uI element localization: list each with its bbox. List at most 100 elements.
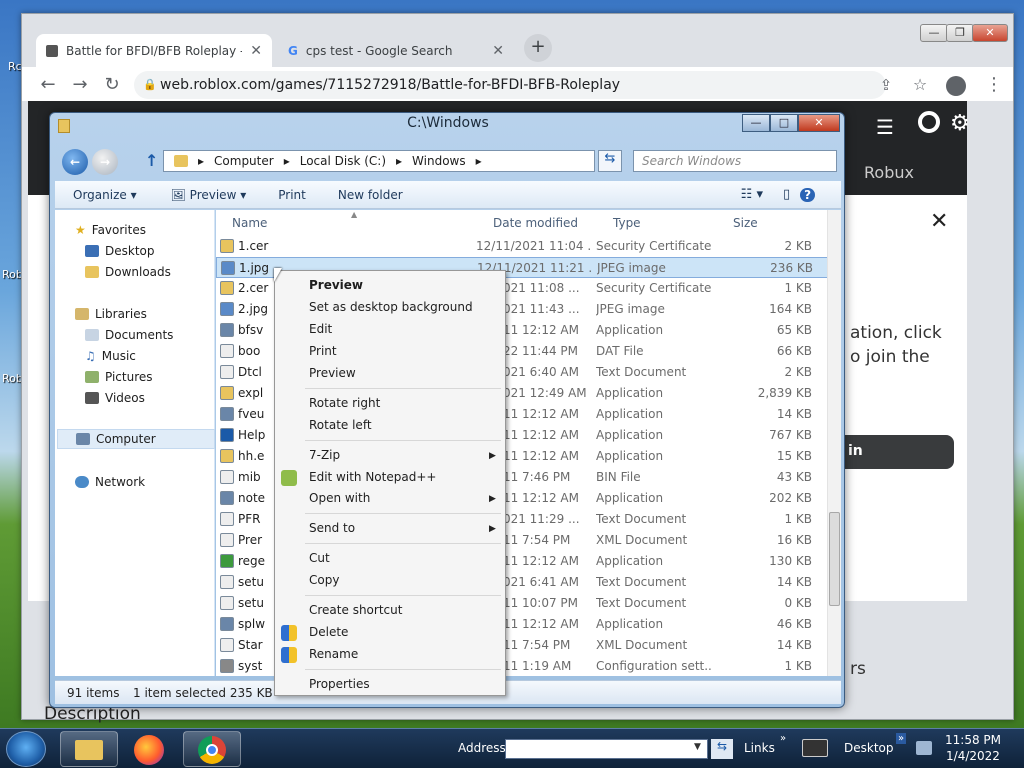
nav-network[interactable]: Network xyxy=(75,472,233,492)
menu-print[interactable]: Print xyxy=(309,344,337,358)
clock[interactable]: 11:58 PM 1/4/2022 xyxy=(940,732,1006,764)
back-icon[interactable]: ← xyxy=(62,149,88,175)
vertical-scrollbar[interactable] xyxy=(827,210,841,676)
chevron-icon[interactable]: » xyxy=(896,733,907,744)
desktop-toolbar[interactable]: Desktop xyxy=(844,741,894,755)
lock-icon: 🔒 xyxy=(143,78,157,91)
menu-rotate-left[interactable]: Rotate left xyxy=(309,418,372,432)
new-tab-button[interactable]: + xyxy=(524,34,552,62)
print-button[interactable]: Print xyxy=(268,188,316,202)
menu-properties[interactable]: Properties xyxy=(309,677,370,691)
menu-preview-2[interactable]: Preview xyxy=(309,366,356,380)
menu-open-with[interactable]: Open with xyxy=(309,491,370,505)
profile-avatar[interactable] xyxy=(946,76,966,96)
modal-text-line: o join the xyxy=(850,347,930,367)
refresh-icon[interactable]: ⇆ xyxy=(598,150,622,172)
file-size: 2 KB xyxy=(784,365,812,379)
view-options-icon[interactable]: ☷ ▾ xyxy=(731,187,773,202)
close-tab-icon[interactable]: ✕ xyxy=(492,43,504,59)
new-folder-button[interactable]: New folder xyxy=(328,188,413,202)
menu-send-to[interactable]: Send to xyxy=(309,521,355,535)
menu-delete[interactable]: Delete xyxy=(309,625,348,639)
close-button[interactable]: ✕ xyxy=(798,114,840,132)
reload-icon[interactable]: ↻ xyxy=(98,71,126,99)
menu-preview[interactable]: Preview xyxy=(309,278,363,292)
file-type: Application xyxy=(596,617,664,631)
minimize-button[interactable]: — xyxy=(920,24,948,42)
file-type: Application xyxy=(596,428,664,442)
explorer-search-input[interactable]: Search Windows xyxy=(633,150,837,172)
tab-cps-test[interactable]: G cps test - Google Search ✕ xyxy=(278,34,514,68)
nav-computer[interactable]: Computer xyxy=(57,429,215,449)
help-icon[interactable]: ? xyxy=(800,187,816,202)
file-size: 14 KB xyxy=(776,638,812,652)
robux-icon[interactable] xyxy=(918,111,940,133)
breadcrumb-computer[interactable]: Computer xyxy=(214,154,274,168)
preview-pane-icon[interactable]: ▯ xyxy=(773,187,800,202)
tab-bfdi-roleplay[interactable]: Battle for BFDI/BFB Roleplay - Ro ✕ xyxy=(36,34,272,68)
start-button[interactable] xyxy=(6,731,46,767)
robux-label[interactable]: Robux xyxy=(864,163,914,182)
taskbar-address-input[interactable]: ▼ xyxy=(505,739,708,759)
desktop-icon-label[interactable]: Rc xyxy=(8,60,22,73)
address-bar[interactable]: 🔒 web.roblox.com/games/7115272918/Battle… xyxy=(134,71,886,99)
share-icon[interactable]: ⇪ xyxy=(872,71,900,99)
up-arrow-icon[interactable]: ↑ xyxy=(145,151,158,170)
breadcrumb-local-disk[interactable]: Local Disk (C:) xyxy=(300,154,386,168)
menu-7zip[interactable]: 7-Zip xyxy=(309,448,340,462)
file-icon xyxy=(220,512,234,526)
file-type: Text Document xyxy=(596,596,687,610)
keyboard-icon[interactable] xyxy=(802,739,828,757)
scrollbar-thumb[interactable] xyxy=(829,512,840,606)
music-icon: ♫ xyxy=(85,349,96,363)
close-window-button[interactable]: ✕ xyxy=(972,24,1008,42)
file-type: Text Document xyxy=(596,575,687,589)
settings-gear-icon[interactable]: ⚙ xyxy=(950,111,970,136)
menu-edit-notepadpp[interactable]: Edit with Notepad++ xyxy=(309,470,436,484)
forward-icon[interactable]: → xyxy=(66,71,94,99)
menu-separator xyxy=(305,513,501,514)
menu-cut[interactable]: Cut xyxy=(309,551,330,565)
column-header-date[interactable]: Date modified xyxy=(493,216,578,230)
firefox-icon[interactable] xyxy=(134,735,164,765)
list-icon[interactable]: ☰ xyxy=(876,115,894,139)
file-size: 14 KB xyxy=(776,407,812,421)
organize-button[interactable]: Organize ▾ xyxy=(63,188,147,202)
menu-rename[interactable]: Rename xyxy=(309,647,358,661)
menu-create-shortcut[interactable]: Create shortcut xyxy=(309,603,402,617)
file-icon xyxy=(220,617,234,631)
tab-title: cps test - Google Search xyxy=(305,44,453,58)
links-toolbar[interactable]: Links xyxy=(744,741,775,755)
desktop-icon-label[interactable]: Rob xyxy=(2,372,23,385)
nav-favorites[interactable]: ★ Favorites xyxy=(75,220,233,240)
menu-copy[interactable]: Copy xyxy=(309,573,339,587)
column-header-size[interactable]: Size xyxy=(733,216,758,230)
file-size: 1 KB xyxy=(784,281,812,295)
file-icon xyxy=(220,533,234,547)
maximize-button[interactable]: ❐ xyxy=(946,24,974,42)
bookmark-star-icon[interactable]: ☆ xyxy=(906,71,934,99)
taskbar-chrome[interactable] xyxy=(183,731,241,767)
maximize-button[interactable]: □ xyxy=(770,114,798,132)
go-icon[interactable]: ⇆ xyxy=(711,739,733,759)
close-modal-icon[interactable]: ✕ xyxy=(930,209,948,234)
taskbar-explorer[interactable] xyxy=(60,731,118,767)
nav-libraries[interactable]: Libraries xyxy=(75,304,233,324)
column-header-name[interactable]: Name xyxy=(232,216,267,230)
menu-rotate-right[interactable]: Rotate right xyxy=(309,396,380,410)
minimize-button[interactable]: — xyxy=(742,114,770,132)
menu-dots-icon[interactable]: ⋮ xyxy=(980,71,1008,99)
explorer-address-bar[interactable]: ▸ Computer ▸ Local Disk (C:) ▸ Windows ▸ xyxy=(163,150,595,172)
menu-set-desktop-background[interactable]: Set as desktop background xyxy=(309,300,473,314)
breadcrumb-windows[interactable]: Windows xyxy=(412,154,466,168)
desktop-icon-label[interactable]: Rob xyxy=(2,268,23,281)
close-tab-icon[interactable]: ✕ xyxy=(250,43,262,59)
file-row[interactable]: 1.cer 12/11/2021 11:04 ... Security Certif… xyxy=(216,236,828,257)
menu-edit[interactable]: Edit xyxy=(309,322,332,336)
back-icon[interactable]: ← xyxy=(34,71,62,99)
column-header-type[interactable]: Type xyxy=(613,216,641,230)
chevron-icon[interactable]: » xyxy=(780,733,786,744)
preview-button[interactable]: 🖼 Preview ▾ xyxy=(161,188,257,202)
network-tray-icon[interactable] xyxy=(916,741,932,755)
forward-icon[interactable]: → xyxy=(92,149,118,175)
